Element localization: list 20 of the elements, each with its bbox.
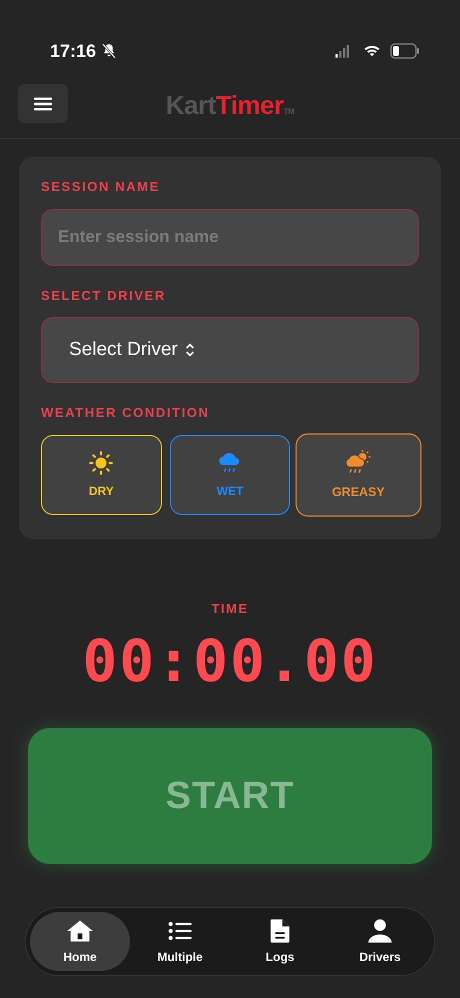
tab-item[interactable]: Drivers <box>330 912 430 971</box>
sun-cloud-rain-icon <box>345 448 372 476</box>
timer-label: TIME <box>210 600 250 618</box>
timer-display: 00:00.00 <box>81 632 379 690</box>
field-label: SELECT DRIVER <box>41 286 167 304</box>
tab-item[interactable]: Logs <box>230 912 330 971</box>
person-icon <box>366 917 394 945</box>
battery-icon <box>390 43 420 59</box>
bell-off-icon <box>100 42 118 60</box>
weather-option[interactable]: GREASY <box>296 432 422 516</box>
tab-item[interactable]: Multiple <box>130 912 230 971</box>
tab-item[interactable]: Home <box>30 912 130 971</box>
logo-text: Timer <box>216 90 284 120</box>
field-label: WEATHER CONDITION <box>41 404 211 422</box>
weather-option[interactable]: DRY <box>41 434 162 514</box>
driver-select[interactable]: Select Driver <box>41 317 419 383</box>
sun-icon <box>88 450 114 476</box>
status-time: 17:16 <box>50 40 96 62</box>
field-label: SESSION NAME <box>41 178 161 196</box>
menu-button[interactable] <box>18 84 68 123</box>
